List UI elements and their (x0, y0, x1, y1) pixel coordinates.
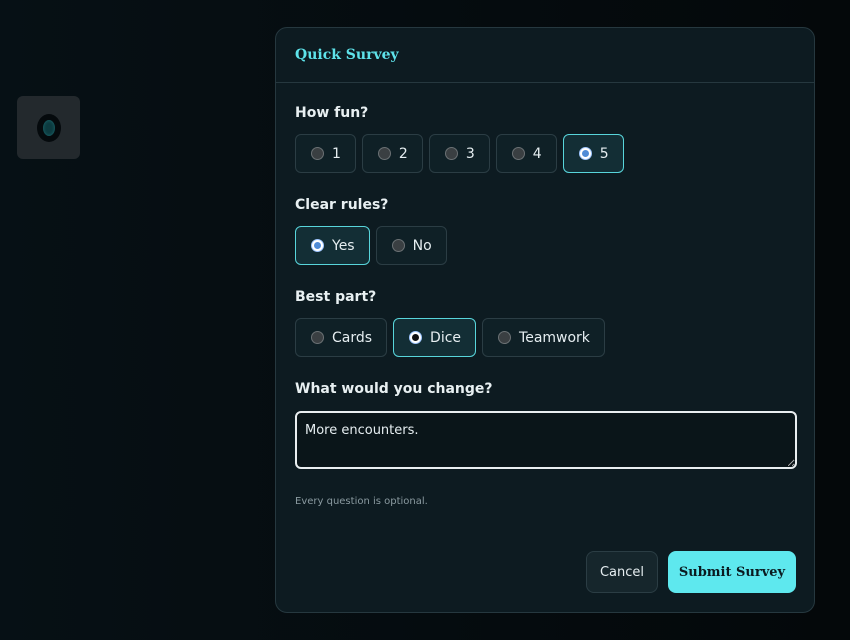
radio-label: Teamwork (519, 329, 590, 346)
radio-label: Yes (332, 237, 355, 254)
radio-label: 5 (599, 145, 609, 162)
radio-label: 1 (332, 145, 341, 162)
survey-modal: Quick Survey How fun? 1 2 3 4 5 Clear ru… (275, 27, 815, 613)
radio-group-best-part: Cards Dice Teamwork (295, 318, 795, 357)
modal-body: How fun? 1 2 3 4 5 Clear rules? Yes No B… (276, 83, 814, 507)
radio-option-best-teamwork[interactable]: Teamwork (482, 318, 605, 357)
change-textarea[interactable]: More encounters. (295, 411, 797, 469)
radio-selected-icon[interactable] (311, 239, 324, 252)
radio-icon[interactable] (377, 147, 391, 160)
side-widget[interactable] (17, 96, 80, 159)
radio-icon[interactable] (444, 147, 458, 160)
radio-icon[interactable] (311, 147, 324, 160)
radio-icon[interactable] (511, 147, 525, 160)
radio-option-rules-yes[interactable]: Yes (295, 226, 370, 265)
question-label: What would you change? (295, 381, 493, 397)
eye-icon (36, 113, 61, 142)
question-best-part: Best part? Cards Dice Teamwork (295, 287, 795, 357)
radio-option-fun-2[interactable]: 2 (361, 134, 423, 173)
radio-option-fun-5[interactable]: 5 (562, 134, 624, 173)
radio-option-fun-4[interactable]: 4 (495, 134, 557, 173)
radio-option-best-cards[interactable]: Cards (295, 318, 388, 357)
modal-footer: Cancel Submit Survey (586, 551, 796, 593)
radio-selected-icon[interactable] (409, 331, 423, 344)
modal-title: Quick Survey (295, 47, 399, 63)
radio-option-best-dice[interactable]: Dice (393, 318, 477, 357)
optional-hint: Every question is optional. (295, 496, 428, 507)
radio-label: 3 (465, 145, 475, 162)
radio-icon[interactable] (311, 331, 324, 344)
question-label: Best part? (295, 289, 377, 305)
radio-selected-icon[interactable] (578, 147, 592, 160)
cancel-button[interactable]: Cancel (586, 551, 658, 593)
radio-option-rules-no[interactable]: No (375, 226, 447, 265)
radio-label: 2 (398, 145, 408, 162)
radio-group-how-fun: 1 2 3 4 5 (295, 134, 795, 173)
radio-label: No (412, 237, 432, 254)
question-clear-rules: Clear rules? Yes No (295, 195, 795, 265)
radio-label: 4 (532, 145, 542, 162)
question-how-fun: How fun? 1 2 3 4 5 (295, 103, 795, 173)
radio-group-clear-rules: Yes No (295, 226, 795, 265)
radio-icon[interactable] (498, 331, 512, 344)
modal-header: Quick Survey (276, 28, 814, 83)
radio-icon[interactable] (391, 239, 405, 252)
submit-survey-button[interactable]: Submit Survey (668, 551, 796, 593)
question-what-change: What would you change? More encounters. (295, 379, 797, 469)
radio-label: Cards (332, 329, 373, 346)
question-label: Clear rules? (295, 197, 389, 213)
question-label: How fun? (295, 105, 369, 121)
radio-option-fun-3[interactable]: 3 (428, 134, 490, 173)
radio-option-fun-1[interactable]: 1 (295, 134, 356, 173)
radio-label: Dice (430, 329, 462, 346)
